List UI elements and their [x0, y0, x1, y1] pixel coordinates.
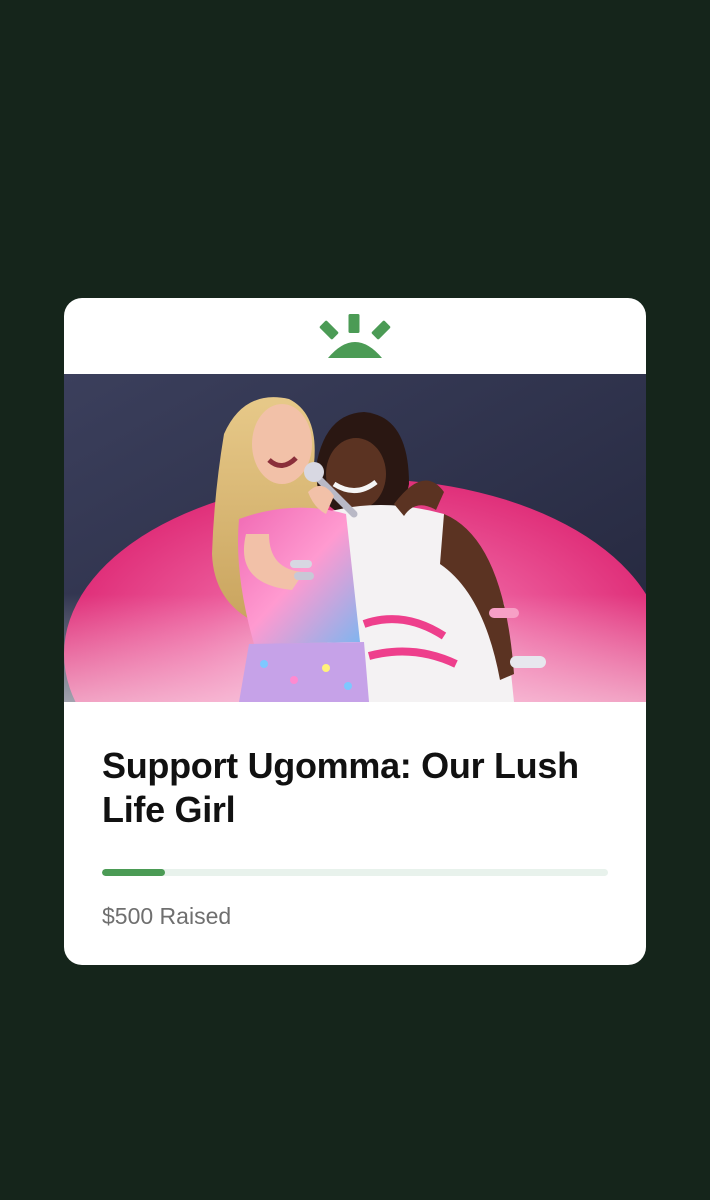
sunrise-logo-icon — [312, 312, 398, 360]
progress-fill — [102, 869, 166, 876]
progress-bar — [102, 869, 608, 876]
fundraiser-title[interactable]: Support Ugomma: Our Lush Life Girl — [102, 744, 582, 832]
amount-raised: $500 Raised — [102, 903, 232, 929]
card-header — [64, 298, 646, 374]
fundraiser-photo — [64, 374, 646, 702]
fundraiser-card[interactable]: Support Ugomma: Our Lush Life Girl $500 … — [64, 298, 646, 965]
